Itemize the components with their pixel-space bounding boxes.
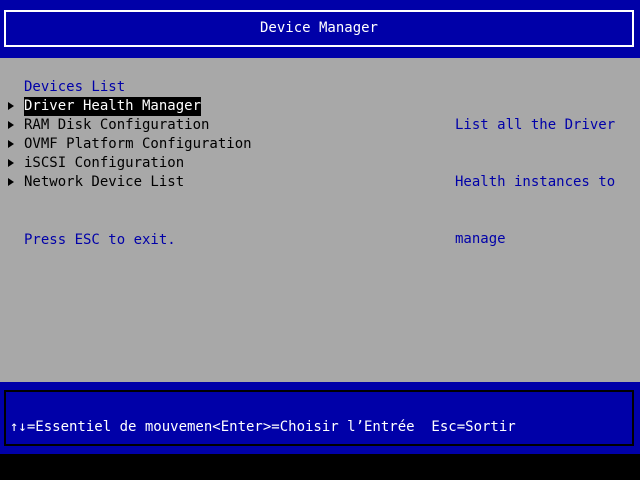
menu-item-driver-health-manager[interactable]: Driver Health Manager [0,97,202,116]
right-triangle-icon [8,159,14,167]
menu-item-label: iSCSI Configuration [24,155,185,171]
device-menu: Driver Health Manager RAM Disk Configura… [0,97,252,192]
main-panel: Devices List Driver Health Manager RAM D… [0,58,640,382]
menu-item-network-device-list[interactable]: Network Device List [0,173,184,192]
exit-hint: Press ESC to exit. [24,232,176,248]
menu-item-ovmf-platform-configuration[interactable]: OVMF Platform Configuration [0,135,252,154]
help-line: List all the Driver [455,117,616,133]
menu-item-label: Driver Health Manager [24,97,202,116]
header-bar: Device Manager [0,0,640,58]
right-triangle-icon [8,121,14,129]
help-line: Health instances to [455,174,616,190]
menu-item-label: RAM Disk Configuration [24,117,210,133]
help-text: List all the Driver Health instances to … [455,78,625,287]
bios-screen: Device Manager Devices List Driver Healt… [0,0,640,480]
key-help-text: ↑↓=Essentiel de mouvemen<Enter>=Choisir … [10,419,516,435]
menu-item-label: Network Device List [24,174,185,190]
right-triangle-icon [8,102,14,110]
right-triangle-icon [8,140,14,148]
section-title: Devices List [24,79,126,95]
page-title: Device Manager [4,10,634,47]
right-triangle-icon [8,178,14,186]
help-line: manage [455,231,506,247]
bottom-strip [0,454,640,480]
menu-item-iscsi-configuration[interactable]: iSCSI Configuration [0,154,184,173]
menu-item-label: OVMF Platform Configuration [24,136,252,152]
footer-bar: ↑↓=Essentiel de mouvemen<Enter>=Choisir … [0,382,640,454]
menu-item-ram-disk-configuration[interactable]: RAM Disk Configuration [0,116,209,135]
